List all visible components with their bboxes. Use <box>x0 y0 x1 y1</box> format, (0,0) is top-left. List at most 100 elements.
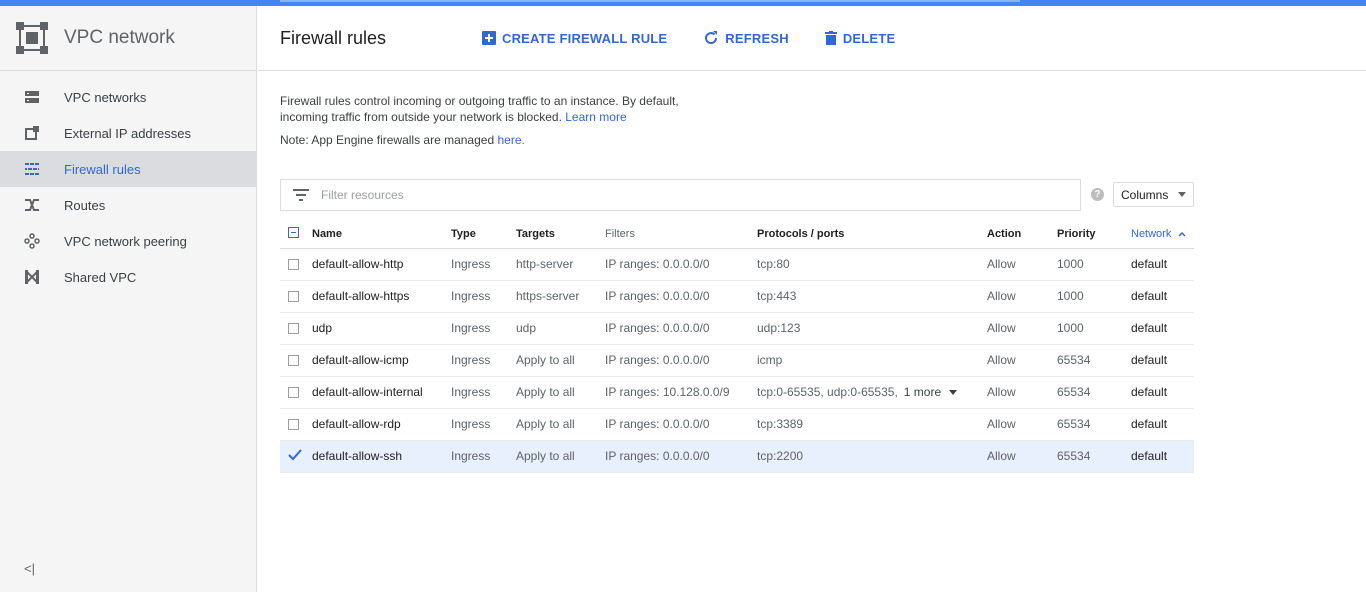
column-header-targets[interactable]: Targets <box>516 220 605 249</box>
ports-text: tcp:80 <box>757 257 790 271</box>
column-header-protocols[interactable]: Protocols / ports <box>757 220 987 249</box>
cell-action: Allow <box>987 440 1057 473</box>
sidebar-item-label: VPC networks <box>64 89 147 105</box>
cell-name[interactable]: default-allow-https <box>312 280 451 313</box>
select-all-checkbox[interactable] <box>288 226 299 238</box>
cell-type: Ingress <box>451 248 516 281</box>
cell-action: Allow <box>987 312 1057 345</box>
row-checkbox[interactable] <box>288 323 299 334</box>
column-header-priority[interactable]: Priority <box>1057 220 1131 249</box>
cell-filters: IP ranges: 0.0.0.0/0 <box>605 440 757 473</box>
sidebar-item-external-ip[interactable]: External IP addresses <box>0 115 256 151</box>
column-header-action[interactable]: Action <box>987 220 1057 249</box>
columns-label: Columns <box>1121 187 1169 202</box>
cell-type: Ingress <box>451 280 516 313</box>
cell-filters: IP ranges: 0.0.0.0/0 <box>605 312 757 345</box>
cell-protocols: icmp <box>757 344 987 377</box>
delete-button[interactable]: DELETE <box>824 30 896 46</box>
sidebar-item-vpc-networks[interactable]: VPC networks <box>0 79 256 115</box>
app-engine-note: Note: App Engine firewalls are managed h… <box>280 133 525 147</box>
learn-more-link[interactable]: Learn more <box>565 110 626 124</box>
sidebar-nav: VPC networks External IP addresses Firew… <box>0 71 256 295</box>
cell-filters: IP ranges: 10.128.0.0/9 <box>605 376 757 409</box>
sidebar: VPC network VPC networks External IP add… <box>0 6 257 592</box>
table-row[interactable]: default-allow-https Ingress https-server IP… <box>280 280 1194 313</box>
sidebar-item-label: VPC network peering <box>64 233 187 249</box>
checkbox-cell <box>280 280 312 313</box>
top-scroll-indicator <box>280 0 1020 2</box>
page-header: Firewall rules CREATE FIREWALL RULE REFR… <box>258 6 1366 71</box>
table-row[interactable]: default-allow-icmp Ingress Apply to all IP … <box>280 344 1194 377</box>
column-header-name[interactable]: Name <box>312 220 451 249</box>
cell-name[interactable]: default-allow-icmp <box>312 344 451 377</box>
row-checkbox[interactable] <box>288 259 299 270</box>
cell-network: default <box>1131 344 1194 377</box>
table-row[interactable]: default-allow-http Ingress http-server IP r… <box>280 248 1194 281</box>
columns-button[interactable]: Columns <box>1113 182 1194 207</box>
cell-action: Allow <box>987 248 1057 281</box>
sort-ascending-icon <box>1178 231 1186 237</box>
cell-protocols: tcp:443 <box>757 280 987 313</box>
row-checkbox[interactable] <box>288 387 299 398</box>
more-ports-dropdown[interactable]: 1 more <box>904 385 958 399</box>
here-link[interactable]: here. <box>497 133 524 147</box>
cell-network: default <box>1131 408 1194 441</box>
cell-action: Allow <box>987 344 1057 377</box>
cell-type: Ingress <box>451 408 516 441</box>
sidebar-item-firewall-rules[interactable]: Firewall rules <box>0 151 256 187</box>
cell-network: default <box>1131 248 1194 281</box>
network-header-label: Network <box>1131 227 1172 240</box>
help-icon[interactable]: ? <box>1091 188 1104 201</box>
checkbox-checked-icon[interactable] <box>288 448 302 461</box>
checkbox-cell <box>280 376 312 409</box>
cell-priority: 65534 <box>1057 408 1131 441</box>
chevron-down-icon <box>1178 192 1187 197</box>
table-row[interactable]: default-allow-ssh Ingress Apply to all IP r… <box>280 440 1194 473</box>
ports-text: tcp:443 <box>757 289 797 303</box>
create-firewall-rule-button[interactable]: CREATE FIREWALL RULE <box>482 31 667 46</box>
cell-targets: https-server <box>516 280 605 313</box>
table-row[interactable]: udp Ingress udp IP ranges: 0.0.0.0/0 udp:123… <box>280 312 1194 345</box>
filter-icon <box>293 189 309 201</box>
cell-type: Ingress <box>451 376 516 409</box>
row-checkbox[interactable] <box>288 419 299 430</box>
cell-protocols: tcp:3389 <box>757 408 987 441</box>
sidebar-item-routes[interactable]: Routes <box>0 187 256 223</box>
filter-bar <box>280 179 1081 211</box>
delete-label: DELETE <box>842 30 896 46</box>
cell-name[interactable]: default-allow-ssh <box>312 440 451 473</box>
cell-name[interactable]: default-allow-rdp <box>312 408 451 441</box>
cell-targets: udp <box>516 312 605 345</box>
table-row[interactable]: default-allow-internal Ingress Apply to al… <box>280 376 1194 409</box>
chevron-down-icon <box>949 390 958 396</box>
cell-priority: 65534 <box>1057 344 1131 377</box>
row-checkbox[interactable] <box>288 291 299 302</box>
external-ip-icon <box>24 125 40 141</box>
row-checkbox[interactable] <box>288 355 299 366</box>
create-label: CREATE FIREWALL RULE <box>502 30 668 46</box>
sidebar-item-label: Shared VPC <box>64 269 137 285</box>
sidebar-item-vpc-peering[interactable]: VPC network peering <box>0 223 256 259</box>
filter-input[interactable] <box>321 188 1021 202</box>
cell-name[interactable]: default-allow-internal <box>312 376 451 409</box>
sidebar-item-shared-vpc[interactable]: Shared VPC <box>0 259 256 295</box>
cell-name[interactable]: udp <box>312 312 451 345</box>
collapse-sidebar-button[interactable]: <| <box>24 561 35 576</box>
column-header-filters: Filters <box>605 220 757 249</box>
cell-action: Allow <box>987 376 1057 409</box>
checkbox-cell <box>280 408 312 441</box>
cell-targets: Apply to all <box>516 344 605 377</box>
column-header-type[interactable]: Type <box>451 220 516 249</box>
vpc-network-logo-icon <box>16 22 48 54</box>
ports-text: tcp:3389 <box>757 417 804 431</box>
column-header-network[interactable]: Network <box>1131 220 1194 249</box>
cell-type: Ingress <box>451 344 516 377</box>
cell-action: Allow <box>987 280 1057 313</box>
checkbox-cell <box>280 440 312 473</box>
table-row[interactable]: default-allow-rdp Ingress Apply to all IP r… <box>280 408 1194 441</box>
table-header-row: Name Type Targets Filters Protocols / po… <box>280 220 1194 249</box>
cell-name[interactable]: default-allow-http <box>312 248 451 281</box>
refresh-label: REFRESH <box>725 30 789 46</box>
routes-icon <box>24 197 40 213</box>
refresh-button[interactable]: REFRESH <box>703 30 789 46</box>
